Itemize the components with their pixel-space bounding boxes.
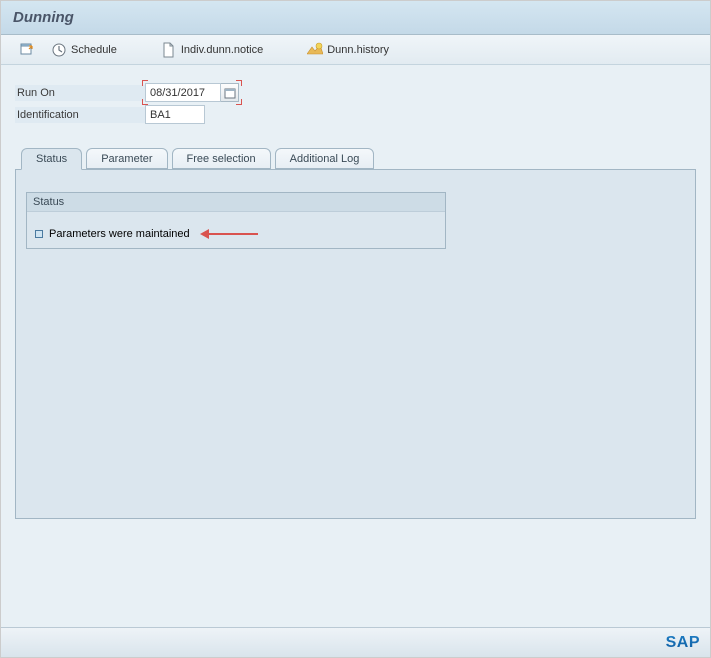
- calendar-icon: [224, 87, 236, 99]
- indiv-dunn-label: Indiv.dunn.notice: [181, 44, 263, 56]
- tab-free-selection[interactable]: Free selection: [172, 148, 271, 169]
- page-title: Dunning: [13, 9, 698, 26]
- annotation-arrow: [202, 234, 258, 235]
- new-window-button[interactable]: [13, 40, 41, 60]
- identification-label: Identification: [15, 107, 145, 123]
- form-row-identification: Identification: [15, 105, 696, 124]
- schedule-button[interactable]: Schedule: [45, 40, 123, 60]
- history-icon: [307, 42, 323, 58]
- tab-additional-log[interactable]: Additional Log: [275, 148, 375, 169]
- status-body: Parameters were maintained: [27, 212, 445, 248]
- dunn-history-button[interactable]: Dunn.history: [301, 40, 395, 60]
- indiv-dunn-notice-button[interactable]: Indiv.dunn.notice: [155, 40, 269, 60]
- status-message: Parameters were maintained: [49, 228, 190, 240]
- tab-panel-status: Status Parameters were maintained: [15, 169, 696, 519]
- status-group-title: Status: [27, 193, 445, 212]
- sap-logo: SAP: [666, 634, 700, 652]
- document-icon: [161, 42, 177, 58]
- status-bullet-icon: [35, 230, 43, 238]
- dunn-history-label: Dunn.history: [327, 44, 389, 56]
- form-row-run-on: Run On: [15, 83, 696, 102]
- run-on-input[interactable]: [145, 83, 221, 102]
- footer: SAP: [1, 627, 710, 657]
- run-on-label: Run On: [15, 85, 145, 101]
- content-area: Run On Identification Status Parameter F…: [1, 65, 710, 627]
- schedule-label: Schedule: [71, 44, 117, 56]
- identification-input[interactable]: [145, 105, 205, 124]
- tabs: Status Parameter Free selection Addition…: [15, 148, 696, 519]
- status-group: Status Parameters were maintained: [26, 192, 446, 249]
- title-bar: Dunning: [1, 1, 710, 35]
- window-icon: [19, 42, 35, 58]
- run-on-field-wrap: [145, 83, 239, 102]
- tab-strip: Status Parameter Free selection Addition…: [21, 148, 696, 169]
- toolbar: Schedule Indiv.dunn.notice Dunn.history: [1, 35, 710, 65]
- tab-status[interactable]: Status: [21, 148, 82, 170]
- clock-icon: [51, 42, 67, 58]
- tab-parameter[interactable]: Parameter: [86, 148, 167, 169]
